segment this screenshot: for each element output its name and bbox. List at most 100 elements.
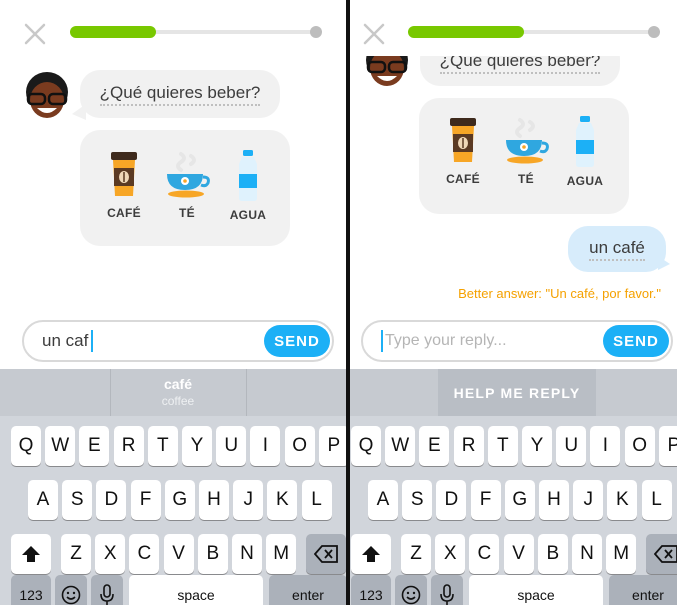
- key-x[interactable]: X: [95, 534, 126, 574]
- shift-icon: [362, 546, 380, 562]
- key-q[interactable]: Q: [11, 426, 41, 466]
- choice-label: TÉ: [179, 206, 195, 220]
- key-u[interactable]: U: [556, 426, 587, 466]
- choice-water[interactable]: AGUA: [216, 150, 280, 222]
- water-bottle-icon: [576, 116, 594, 167]
- key-d[interactable]: D: [96, 480, 127, 520]
- enter-key[interactable]: enter: [269, 575, 346, 605]
- dictation-key[interactable]: [431, 575, 463, 605]
- key-r[interactable]: R: [453, 426, 484, 466]
- choice-tea[interactable]: TÉ: [494, 116, 558, 186]
- send-button[interactable]: SEND: [603, 325, 669, 357]
- key-h[interactable]: H: [539, 480, 569, 520]
- key-p[interactable]: P: [318, 426, 346, 466]
- lesson-progress-bar: [408, 26, 660, 38]
- key-t[interactable]: T: [487, 426, 518, 466]
- key-a[interactable]: A: [368, 480, 398, 520]
- send-button[interactable]: SEND: [264, 325, 330, 357]
- key-c[interactable]: C: [469, 534, 500, 574]
- suggestion-item[interactable]: café coffee: [110, 376, 246, 408]
- avatar: [26, 72, 68, 118]
- microphone-icon: [100, 584, 114, 605]
- key-h[interactable]: H: [199, 480, 229, 520]
- key-i[interactable]: I: [250, 426, 281, 466]
- key-b[interactable]: B: [537, 534, 568, 574]
- shift-key[interactable]: [351, 534, 391, 574]
- key-j[interactable]: J: [573, 480, 604, 520]
- key-e[interactable]: E: [419, 426, 450, 466]
- shift-key[interactable]: [11, 534, 51, 574]
- progress-end-dot: [648, 26, 660, 38]
- choice-label: AGUA: [229, 208, 267, 222]
- key-o[interactable]: O: [624, 426, 655, 466]
- key-b[interactable]: B: [197, 534, 228, 574]
- dictation-key[interactable]: [91, 575, 123, 605]
- key-w[interactable]: W: [45, 426, 76, 466]
- choice-tea[interactable]: TÉ: [155, 150, 219, 220]
- user-reply-text[interactable]: un café: [589, 238, 645, 261]
- key-y[interactable]: Y: [522, 426, 552, 466]
- reply-input-placeholder: Type your reply...: [385, 332, 507, 349]
- key-r[interactable]: R: [113, 426, 144, 466]
- key-n[interactable]: N: [572, 534, 602, 574]
- space-key[interactable]: space: [129, 575, 263, 605]
- key-l[interactable]: L: [641, 480, 672, 520]
- key-y[interactable]: Y: [182, 426, 212, 466]
- backspace-key[interactable]: [646, 534, 677, 574]
- numbers-key[interactable]: 123: [11, 575, 51, 605]
- progress-fill: [70, 26, 157, 38]
- key-n[interactable]: N: [232, 534, 262, 574]
- key-k[interactable]: K: [607, 480, 638, 520]
- key-q[interactable]: Q: [351, 426, 381, 466]
- key-m[interactable]: M: [266, 534, 297, 574]
- emoji-key[interactable]: [395, 575, 427, 605]
- key-w[interactable]: W: [385, 426, 416, 466]
- key-m[interactable]: M: [606, 534, 637, 574]
- key-i[interactable]: I: [590, 426, 621, 466]
- key-u[interactable]: U: [216, 426, 247, 466]
- keyboard: HELP ME REPLY QWERTYUIOP ASDFGHJKL ZXCVBNM…: [350, 369, 677, 605]
- key-z[interactable]: Z: [401, 534, 431, 574]
- suggestion-bar: HELP ME REPLY: [350, 369, 677, 416]
- key-v[interactable]: V: [163, 534, 194, 574]
- numbers-key[interactable]: 123: [351, 575, 391, 605]
- key-g[interactable]: G: [504, 480, 535, 520]
- drink-choices-card: CAFÉ TÉ AGUA: [419, 98, 629, 214]
- microphone-icon: [440, 584, 454, 605]
- key-a[interactable]: A: [28, 480, 58, 520]
- key-t[interactable]: T: [147, 426, 178, 466]
- text-caret: [91, 330, 93, 352]
- key-g[interactable]: G: [164, 480, 195, 520]
- key-z[interactable]: Z: [61, 534, 91, 574]
- help-me-reply-button[interactable]: HELP ME REPLY: [438, 369, 596, 416]
- key-e[interactable]: E: [79, 426, 110, 466]
- emoji-key[interactable]: [55, 575, 87, 605]
- user-reply-bubble: un café: [568, 226, 666, 272]
- reply-input[interactable]: Type your reply... SEND: [361, 320, 673, 362]
- backspace-key[interactable]: [306, 534, 346, 574]
- question-text[interactable]: ¿Qué quieres beber?: [99, 83, 261, 106]
- choice-water[interactable]: AGUA: [553, 116, 617, 188]
- progress-end-dot: [310, 26, 322, 38]
- key-d[interactable]: D: [436, 480, 467, 520]
- choice-coffee[interactable]: CAFÉ: [431, 116, 495, 186]
- key-o[interactable]: O: [284, 426, 315, 466]
- key-v[interactable]: V: [503, 534, 534, 574]
- choice-coffee[interactable]: CAFÉ: [92, 150, 156, 220]
- key-x[interactable]: X: [435, 534, 466, 574]
- close-icon[interactable]: [362, 22, 386, 46]
- reply-input[interactable]: un caf SEND: [22, 320, 334, 362]
- text-caret: [381, 330, 383, 352]
- enter-key[interactable]: enter: [609, 575, 677, 605]
- key-s[interactable]: S: [402, 480, 433, 520]
- key-f[interactable]: F: [470, 480, 501, 520]
- key-l[interactable]: L: [301, 480, 332, 520]
- key-k[interactable]: K: [267, 480, 298, 520]
- key-j[interactable]: J: [233, 480, 264, 520]
- key-p[interactable]: P: [658, 426, 677, 466]
- key-c[interactable]: C: [129, 534, 160, 574]
- close-icon[interactable]: [23, 22, 47, 46]
- key-f[interactable]: F: [130, 480, 161, 520]
- key-s[interactable]: S: [62, 480, 93, 520]
- space-key[interactable]: space: [469, 575, 603, 605]
